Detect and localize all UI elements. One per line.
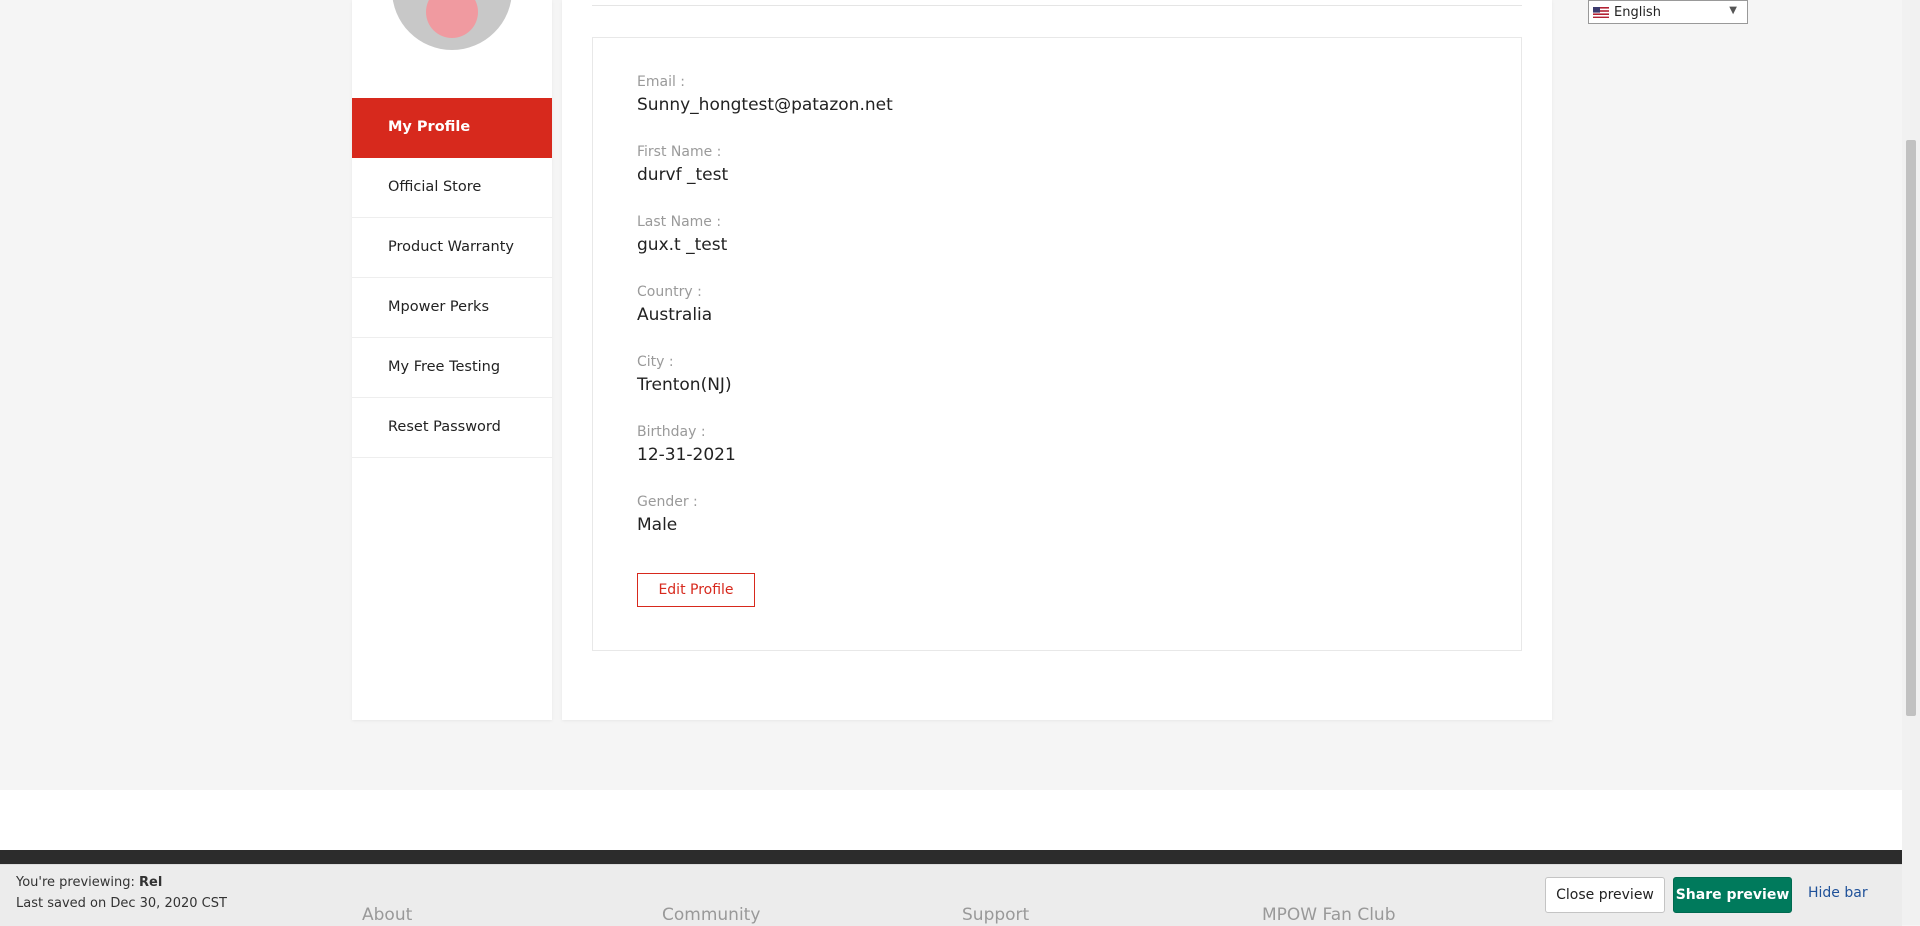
last-saved-text: Last saved on Dec 30, 2020 CST [16, 896, 227, 911]
country-value: Australia [637, 305, 713, 325]
country-label: Country : [637, 284, 702, 300]
footer-heading-support[interactable]: Support [962, 905, 1029, 925]
city-value: Trenton(NJ) [637, 375, 732, 395]
first-name-field: First Name : durvf _test [637, 141, 728, 187]
previewing-text: You're previewing: Rel [16, 875, 162, 890]
birthday-field: Birthday : 12-31-2021 [637, 421, 736, 467]
page-scrollbar[interactable] [1902, 0, 1920, 925]
us-flag-icon [1593, 6, 1609, 18]
avatar [392, 0, 512, 50]
footer-heading-community[interactable]: Community [662, 905, 760, 925]
previewing-theme-name: Rel [139, 875, 163, 890]
sidebar-item-mpower-perks[interactable]: Mpower Perks [352, 278, 552, 338]
language-label: English [1614, 4, 1661, 20]
email-label: Email : [637, 74, 686, 90]
footer-spacer [0, 790, 1902, 850]
share-preview-button[interactable]: Share preview [1673, 877, 1792, 913]
profile-card: Email : Sunny_hongtest@patazon.net First… [592, 37, 1522, 651]
city-field: City : Trenton(NJ) [637, 351, 732, 397]
hide-bar-button[interactable]: Hide bar [1808, 885, 1868, 901]
sidebar-nav: My Profile Official Store Product Warran… [352, 98, 552, 458]
edit-profile-button[interactable]: Edit Profile [637, 573, 755, 607]
country-field: Country : Australia [637, 281, 712, 327]
scrollbar-thumb[interactable] [1906, 140, 1916, 716]
chevron-down-icon: ▼ [1729, 5, 1737, 16]
email-value: Sunny_hongtest@patazon.net [637, 95, 893, 115]
divider [592, 5, 1522, 6]
gender-label: Gender : [637, 494, 698, 510]
profile-main-panel: Email : Sunny_hongtest@patazon.net First… [562, 0, 1552, 720]
birthday-label: Birthday : [637, 424, 706, 440]
sidebar-item-my-profile[interactable]: My Profile [352, 98, 552, 158]
sidebar-item-my-free-testing[interactable]: My Free Testing [352, 338, 552, 398]
sidebar-item-product-warranty[interactable]: Product Warranty [352, 218, 552, 278]
footer-heading-fan-club[interactable]: MPOW Fan Club [1262, 905, 1396, 925]
gender-value: Male [637, 515, 678, 535]
previewing-prefix: You're previewing: [16, 875, 140, 890]
gender-field: Gender : Male [637, 491, 698, 537]
footer-heading-about[interactable]: About [362, 905, 412, 925]
city-label: City : [637, 354, 674, 370]
last-name-label: Last Name : [637, 214, 722, 230]
sidebar-item-official-store[interactable]: Official Store [352, 158, 552, 218]
first-name-value: durvf _test [637, 165, 729, 185]
close-preview-button[interactable]: Close preview [1545, 877, 1665, 913]
birthday-value: 12-31-2021 [637, 445, 736, 465]
preview-bar: You're previewing: Rel Last saved on Dec… [0, 864, 1902, 926]
first-name-label: First Name : [637, 144, 722, 160]
language-select[interactable]: English ▼ [1588, 0, 1748, 24]
last-name-value: gux.t _test [637, 235, 728, 255]
profile-sidebar: My Profile Official Store Product Warran… [352, 0, 552, 720]
email-field: Email : Sunny_hongtest@patazon.net [637, 71, 893, 117]
sidebar-item-reset-password[interactable]: Reset Password [352, 398, 552, 458]
last-name-field: Last Name : gux.t _test [637, 211, 727, 257]
